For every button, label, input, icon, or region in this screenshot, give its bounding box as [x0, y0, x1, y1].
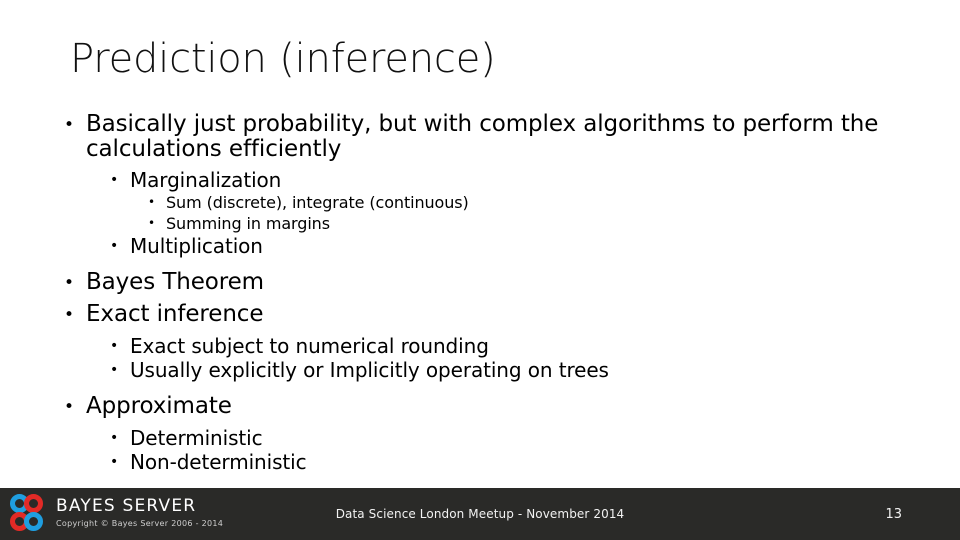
list-item-label: Summing in margins	[166, 214, 330, 233]
bullet-point-icon: •	[148, 216, 156, 230]
bullet-point-icon: •	[110, 238, 119, 254]
list-item: • Deterministic	[110, 426, 904, 450]
list-item-label: Marginalization	[130, 168, 282, 192]
list-item-label: Non-deterministic	[130, 450, 307, 474]
logo-ring-bottom-right-icon	[24, 512, 43, 531]
list-item-label: Deterministic	[130, 426, 263, 450]
bullet-point-icon: •	[110, 338, 119, 354]
page-title: Prediction (inference)	[70, 36, 496, 82]
list-item: • Marginalization	[110, 168, 904, 192]
list-item: • Multiplication	[110, 234, 904, 258]
list-item-label: Multiplication	[130, 234, 263, 258]
list-item-label: Exact subject to numerical rounding	[130, 334, 489, 358]
bullet-point-icon: •	[110, 430, 119, 446]
copyright-text: Copyright © Bayes Server 2006 - 2014	[56, 518, 224, 528]
bullet-point-icon: •	[110, 172, 119, 188]
bullet-point-icon: •	[110, 454, 119, 470]
list-item-label: Bayes Theorem	[86, 269, 264, 295]
list-item: • Exact subject to numerical rounding	[110, 334, 904, 358]
list-item: • Exact inference	[64, 302, 904, 328]
brand-logo: BAYES SERVER Copyright © Bayes Server 20…	[10, 493, 223, 533]
footer-event-text: Data Science London Meetup - November 20…	[335, 507, 625, 521]
list-item-label: Usually explicitly or Implicitly operati…	[130, 358, 609, 382]
bayes-server-logo-icon	[10, 493, 50, 533]
slide: Prediction (inference) • Basically just …	[0, 0, 960, 540]
list-item: • Usually explicitly or Implicitly opera…	[110, 358, 904, 382]
page-number: 13	[885, 506, 902, 522]
bullet-point-icon: •	[64, 115, 75, 135]
bullet-point-icon: •	[64, 273, 75, 293]
list-item: • Sum (discrete), integrate (continuous)	[148, 192, 904, 213]
bullet-point-icon: •	[148, 195, 156, 209]
list-item-label: Basically just probability, but with com…	[86, 111, 879, 162]
logo-ring-top-right-icon	[24, 494, 43, 513]
list-item-label: Exact inference	[86, 301, 264, 327]
brand-wordmark: BAYES SERVER Copyright © Bayes Server 20…	[56, 497, 223, 530]
brand-name: BAYES SERVER	[56, 495, 197, 516]
list-item-label: Sum (discrete), integrate (continuous)	[166, 193, 469, 212]
list-item: • Bayes Theorem	[64, 270, 904, 296]
list-item-label: Approximate	[86, 393, 232, 419]
bullet-point-icon: •	[64, 397, 75, 417]
bullet-outline: • Basically just probability, but with c…	[64, 112, 904, 475]
slide-footer: BAYES SERVER Copyright © Bayes Server 20…	[0, 488, 960, 540]
bullet-point-icon: •	[64, 305, 75, 325]
list-item: • Basically just probability, but with c…	[64, 112, 904, 162]
list-item: • Non-deterministic	[110, 450, 904, 474]
list-item: • Approximate	[64, 394, 904, 420]
bullet-point-icon: •	[110, 362, 119, 378]
list-item: • Summing in margins	[148, 213, 904, 234]
